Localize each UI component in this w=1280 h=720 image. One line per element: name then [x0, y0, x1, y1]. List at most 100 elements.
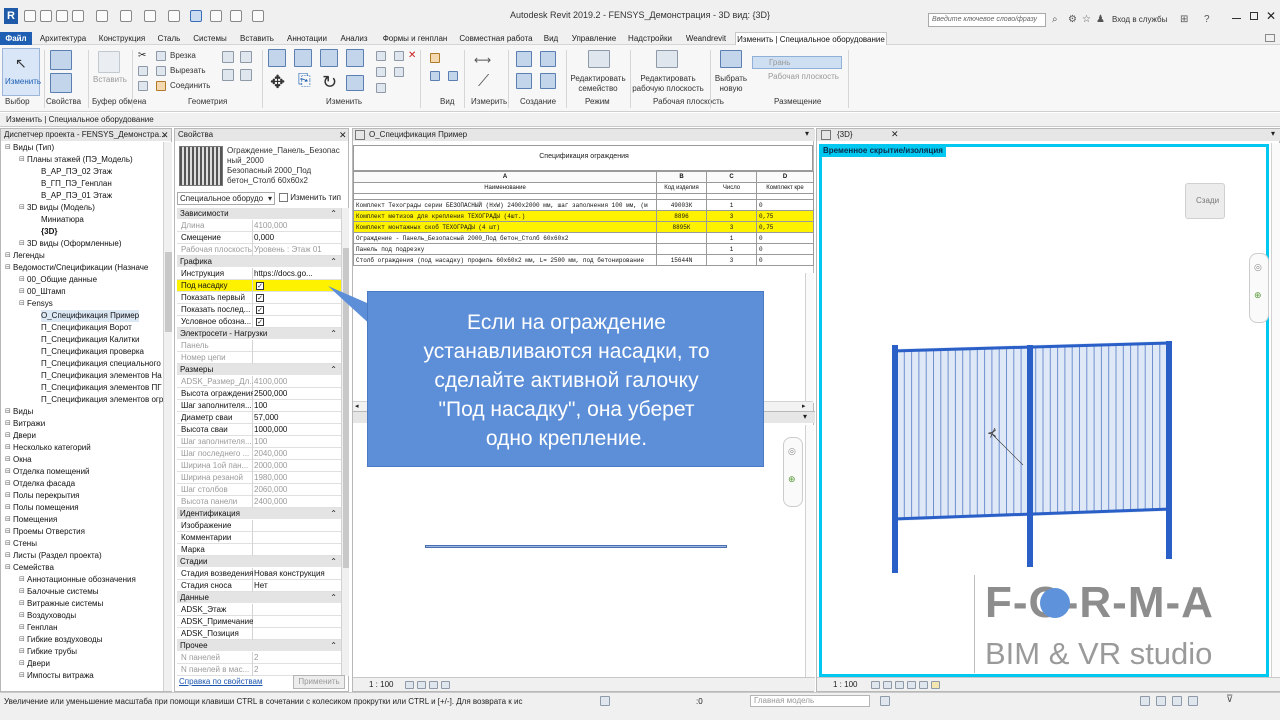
move-icon[interactable]: ✥ — [270, 72, 285, 93]
browser-tree-item[interactable]: Миниатюра — [41, 214, 84, 226]
navigation-bar-3d[interactable]: ◎ ⊕ — [1249, 253, 1269, 323]
table-cell[interactable]: 3 — [706, 221, 757, 233]
property-row[interactable]: Условное обозна... ✓ — [177, 316, 341, 328]
detail-level-icon[interactable] — [871, 681, 880, 689]
modify-button[interactable]: ↖ Изменить — [2, 48, 41, 96]
property-category[interactable]: Стадии ⌃ — [177, 556, 341, 567]
favorites-icon[interactable]: ☆ — [1082, 14, 1091, 25]
view-cube-face[interactable]: Сзади — [1196, 196, 1219, 205]
match-icon[interactable] — [138, 81, 148, 91]
collapse-icon[interactable]: ⌃ — [330, 592, 337, 603]
property-row[interactable]: Стадия возведения Новая конструкция — [177, 568, 341, 580]
table-cell[interactable] — [656, 232, 707, 244]
rotate-icon[interactable]: ↻ — [322, 72, 337, 93]
property-row[interactable]: ADSK_Размер_Дл... 4100,000 — [177, 376, 341, 388]
create-similar-icon[interactable] — [540, 73, 556, 89]
property-row[interactable]: Стадия сноса Нет — [177, 580, 341, 592]
property-value[interactable]: 2060,000 — [254, 485, 330, 494]
property-row[interactable]: ADSK_Этаж — [177, 604, 341, 616]
scale-icon[interactable] — [376, 67, 386, 77]
browser-scroll-thumb[interactable] — [165, 252, 172, 332]
offset-icon[interactable] — [294, 49, 312, 67]
browser-scrollbar[interactable] — [163, 142, 172, 691]
browser-tree-item[interactable]: Двери — [13, 430, 36, 442]
shadows-icon[interactable] — [907, 681, 916, 689]
table-cell[interactable]: Комплект метизов для крепления ТЕХОГРАДЫ… — [353, 210, 657, 222]
table-cell[interactable]: 3 — [706, 210, 757, 222]
tab-collaborate[interactable]: Совместная работа — [456, 32, 536, 45]
property-value[interactable]: 2040,000 — [254, 449, 330, 458]
split-icon[interactable] — [376, 51, 386, 61]
browser-tree-item[interactable]: Окна — [13, 454, 32, 466]
align-icon[interactable] — [268, 49, 286, 67]
cut-notch-label[interactable]: Врезка — [170, 51, 196, 60]
browser-tree-item[interactable]: Генплан — [27, 622, 58, 634]
tab-file[interactable]: Файл — [0, 32, 32, 45]
paint-icon[interactable] — [430, 53, 440, 63]
browser-tree-item[interactable]: П_Спецификация Ворот — [41, 322, 132, 334]
table-cell[interactable]: Комплект Техограды серии БЕЗОПАСНЫЙ (НхW… — [353, 199, 657, 211]
property-checkbox[interactable]: ✓ — [256, 318, 264, 326]
properties-icon[interactable] — [50, 50, 72, 70]
shadows-icon[interactable] — [441, 681, 450, 689]
expand-toggle-icon[interactable]: ⊟ — [5, 538, 11, 550]
override-icon[interactable] — [448, 71, 458, 81]
table-cell[interactable]: 3 — [706, 254, 757, 266]
tab-insert[interactable]: Вставить — [236, 32, 278, 45]
property-row[interactable]: Диаметр сваи 57,000 — [177, 412, 341, 424]
expand-toggle-icon[interactable]: ⊟ — [5, 430, 11, 442]
browser-tree-item[interactable]: Полы перекрытия — [13, 490, 80, 502]
property-category[interactable]: Идентификация ⌃ — [177, 508, 341, 519]
tab-analyze[interactable]: Анализ — [336, 32, 372, 45]
column-header[interactable]: Наименование — [353, 182, 657, 194]
expand-toggle-icon[interactable]: ⊟ — [19, 634, 25, 646]
expand-toggle-icon[interactable]: ⊟ — [19, 202, 25, 214]
scroll-right-icon[interactable]: ▸ — [802, 402, 806, 410]
select-pinned-icon[interactable] — [1156, 696, 1166, 706]
browser-tree-item[interactable]: Fensys — [27, 298, 53, 310]
geometry-d-icon[interactable] — [240, 69, 252, 81]
browser-tree-item[interactable]: Планы этажей (ПЭ_Модель) — [27, 154, 133, 166]
properties-scrollbar[interactable] — [341, 208, 349, 676]
property-category[interactable]: Графика ⌃ — [177, 256, 341, 267]
paste-icon[interactable] — [98, 51, 120, 73]
table-row[interactable]: Комплект монтажных скоб ТЕХОГРАДЫ (4 шт)… — [353, 221, 814, 233]
browser-tree-item[interactable]: Двери — [27, 658, 50, 670]
filter-icon[interactable]: ⊽ — [1226, 694, 1233, 705]
delete-icon[interactable]: ✕ — [408, 50, 416, 61]
tab-massing-site[interactable]: Формы и генплан — [378, 32, 452, 45]
create-parts-icon[interactable] — [540, 51, 556, 67]
plan-menu-icon[interactable]: ▾ — [803, 412, 807, 421]
trim-icon[interactable] — [346, 75, 364, 91]
property-row[interactable]: Рабочая плоскость Уровень : Этаж 01 — [177, 244, 341, 256]
steering-wheel-icon[interactable]: ◎ — [1254, 262, 1262, 273]
measure-dim-icon[interactable]: ⟷ — [474, 53, 491, 67]
mirror-draw-icon[interactable] — [346, 49, 364, 67]
unpin-icon[interactable] — [376, 83, 386, 93]
expand-toggle-icon[interactable]: ⊟ — [19, 238, 25, 250]
expand-toggle-icon[interactable]: ⊟ — [5, 526, 11, 538]
expand-toggle-icon[interactable]: ⊟ — [19, 646, 25, 658]
property-category[interactable]: Прочее ⌃ — [177, 640, 341, 651]
place-on-face-button[interactable]: Грань — [752, 56, 842, 69]
navigation-bar[interactable]: ◎ ⊕ — [783, 437, 803, 507]
browser-tree-item[interactable]: Помещения — [13, 514, 57, 526]
edit-workplane-icon[interactable] — [656, 50, 678, 68]
fence-3d-model[interactable]: ⊀ — [887, 339, 1177, 574]
expand-toggle-icon[interactable]: ⊟ — [5, 406, 11, 418]
expand-toggle-icon[interactable]: ⊟ — [19, 598, 25, 610]
expand-toggle-icon[interactable]: ⊟ — [19, 586, 25, 598]
crop-icon[interactable] — [919, 681, 928, 689]
table-cell[interactable]: 49003К — [656, 199, 707, 211]
expand-toggle-icon[interactable]: ⊟ — [5, 142, 11, 154]
browser-tree-item[interactable]: О_Спецификация Пример — [41, 310, 140, 322]
expand-toggle-icon[interactable]: ⊟ — [5, 490, 11, 502]
expand-toggle-icon[interactable]: ⊟ — [19, 574, 25, 586]
property-value[interactable]: 57,000 — [254, 413, 330, 422]
table-cell[interactable]: 15644N — [656, 254, 707, 266]
join-icon[interactable] — [156, 81, 166, 91]
table-cell[interactable]: 0,75 — [756, 210, 814, 222]
property-row[interactable]: Длина 4100,000 — [177, 220, 341, 232]
browser-tree-item[interactable]: Легенды — [13, 250, 45, 262]
apply-button[interactable]: Применить — [293, 675, 345, 689]
